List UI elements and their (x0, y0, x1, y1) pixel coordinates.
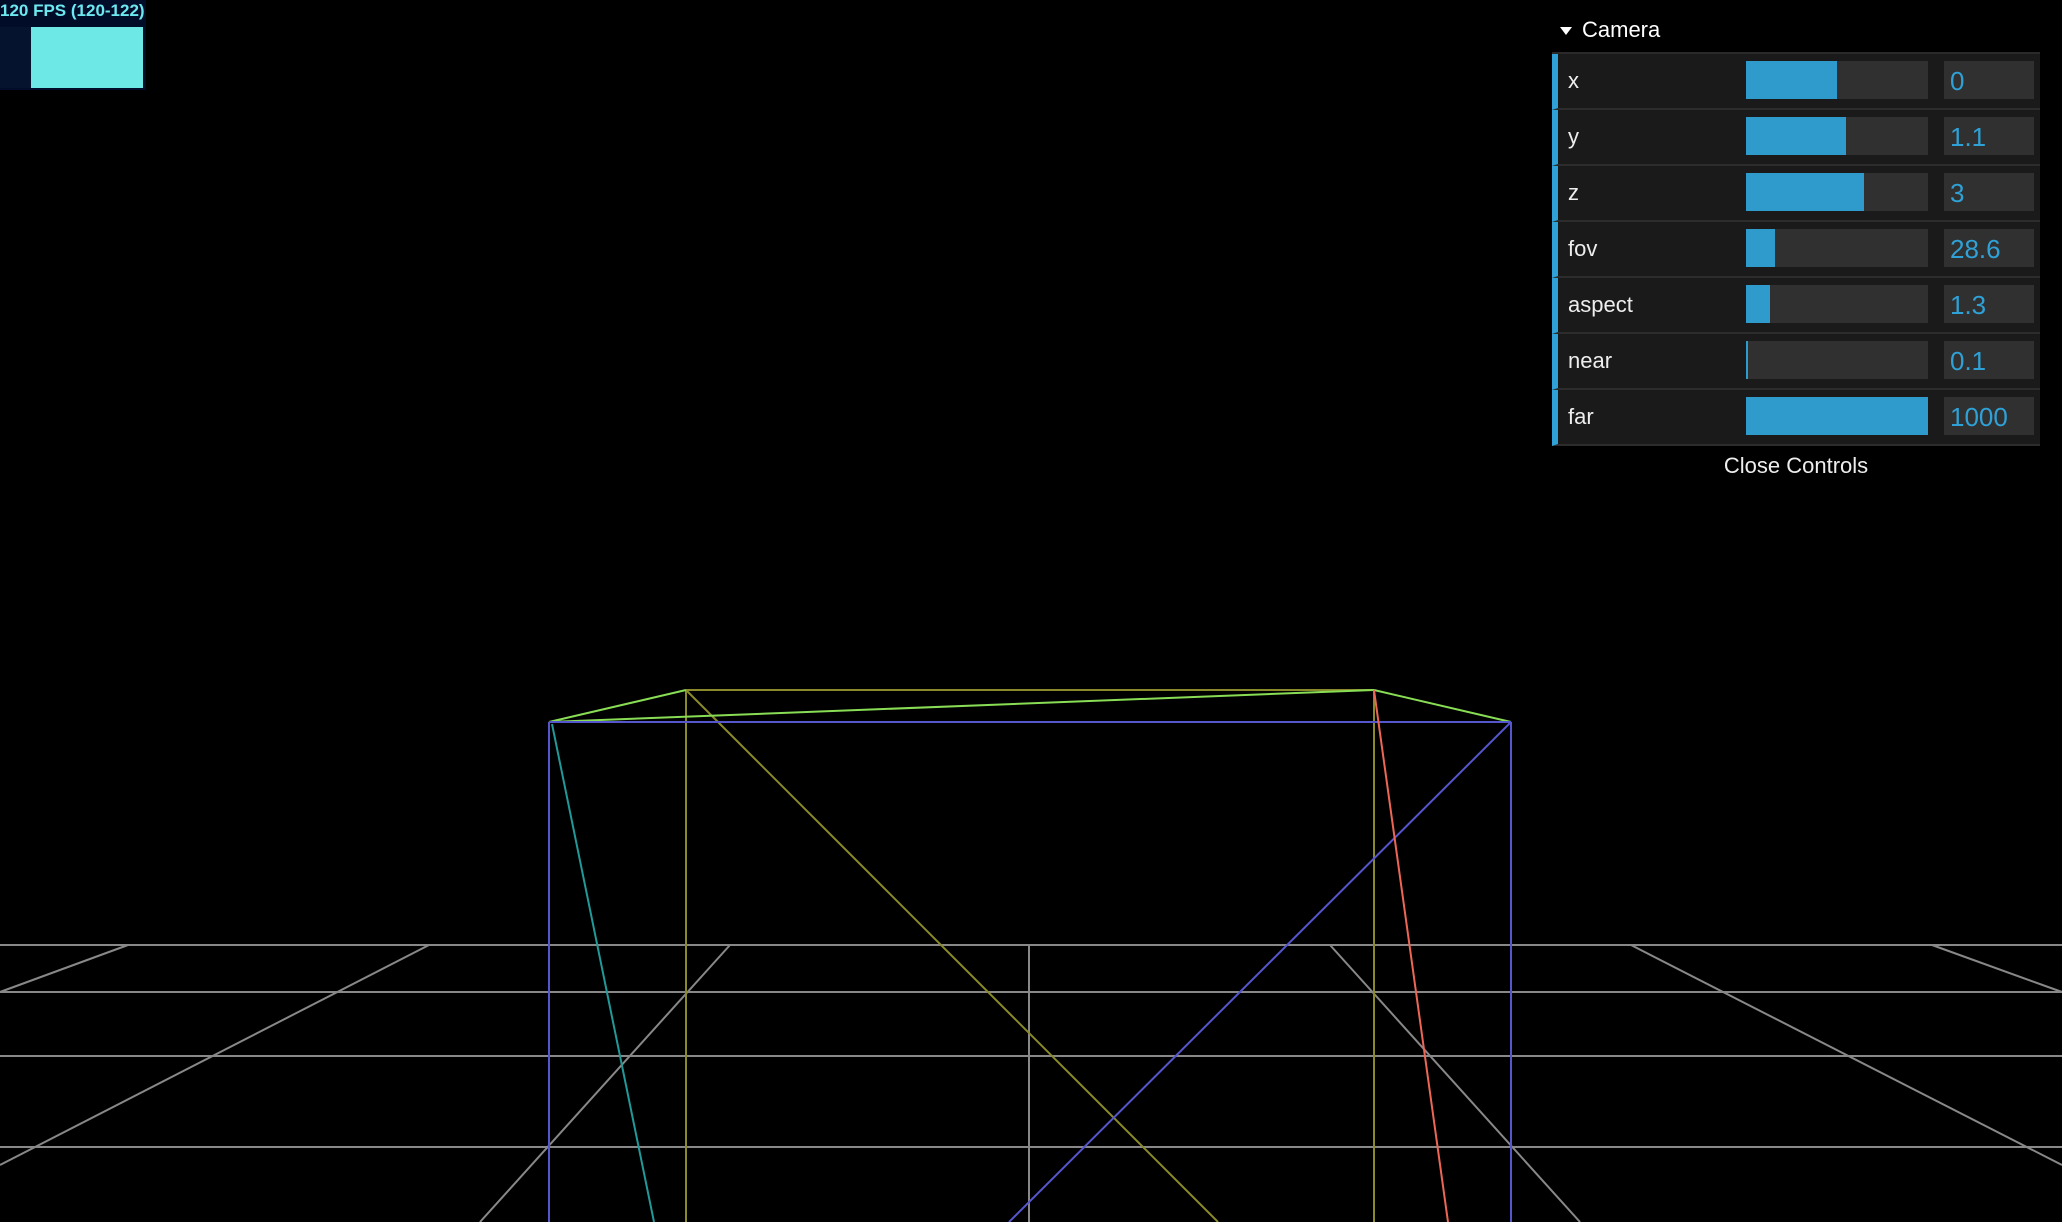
slider-fov[interactable] (1746, 229, 1928, 267)
slider-fill (1746, 117, 1847, 155)
grid-helper (0, 944, 2062, 1222)
control-row-aspect: aspect 1.3 (1552, 278, 2040, 334)
slider-fill (1746, 229, 1776, 267)
slider-fill (1746, 61, 1837, 99)
slider-y[interactable] (1746, 117, 1928, 155)
number-input-aspect[interactable]: 1.3 (1944, 285, 2034, 323)
slider-aspect[interactable] (1746, 285, 1928, 323)
control-row-z: z 3 (1552, 166, 2040, 222)
slider-fill (1746, 285, 1770, 323)
slider-fill (1746, 173, 1865, 211)
folder-title-camera[interactable]: Camera (1552, 8, 2040, 54)
control-label: fov (1568, 236, 1598, 261)
triangle-down-icon (1560, 27, 1572, 35)
control-label: x (1568, 68, 1579, 93)
slider-z[interactable] (1746, 173, 1928, 211)
control-row-fov: fov 28.6 (1552, 222, 2040, 278)
close-controls-button[interactable]: Close Controls (1552, 446, 2040, 486)
slider-near[interactable] (1746, 341, 1928, 379)
slider-far[interactable] (1746, 397, 1928, 435)
control-row-far: far 1000 (1552, 390, 2040, 446)
control-row-y: y 1.1 (1552, 110, 2040, 166)
control-label: near (1568, 348, 1613, 373)
control-label: z (1568, 180, 1579, 205)
number-input-z[interactable]: 3 (1944, 173, 2034, 211)
number-input-near[interactable]: 0.1 (1944, 341, 2034, 379)
slider-fill (1746, 341, 1748, 379)
fps-stats-panel[interactable]: 120 FPS (120-122) (0, 0, 146, 90)
control-row-near: near 0.1 (1552, 334, 2040, 390)
number-input-x[interactable]: 0 (1944, 61, 2034, 99)
control-label: y (1568, 124, 1579, 149)
number-input-y[interactable]: 1.1 (1944, 117, 2034, 155)
control-label: far (1568, 404, 1594, 429)
control-row-x: x 0 (1552, 54, 2040, 110)
number-input-far[interactable]: 1000 (1944, 397, 2034, 435)
controls-panel: Camera x 0 y 1.1 z 3 fov 28.6 aspect 1.3… (1552, 8, 2040, 486)
fps-graph (0, 27, 143, 88)
slider-x[interactable] (1746, 61, 1928, 99)
slider-fill (1746, 397, 1928, 435)
fps-graph-bar (31, 27, 143, 88)
folder-title-label: Camera (1582, 17, 1661, 42)
number-input-fov[interactable]: 28.6 (1944, 229, 2034, 267)
fps-readout: 120 FPS (120-122) (0, 1, 145, 20)
control-label: aspect (1568, 292, 1633, 317)
